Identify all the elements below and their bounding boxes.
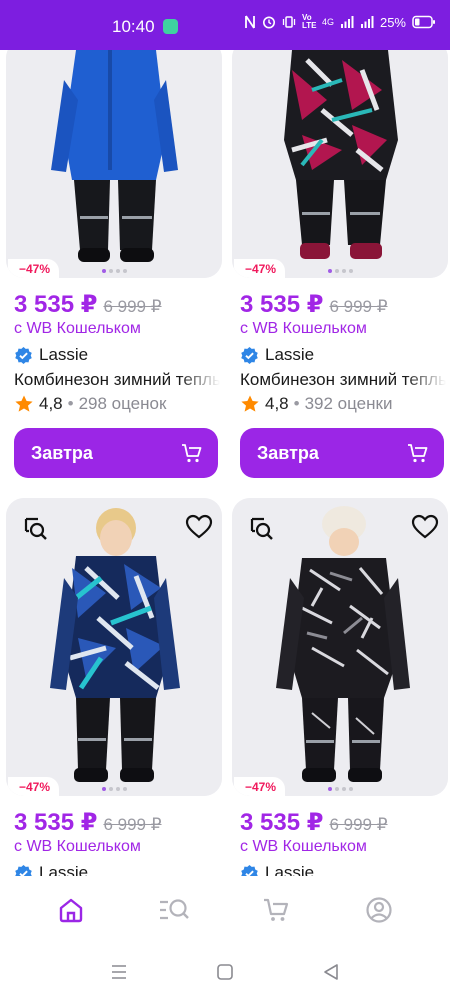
discount-badge: −47% xyxy=(8,259,60,278)
brand-row: Lassie xyxy=(240,345,314,365)
price-current: 3 535 ₽ xyxy=(14,809,98,836)
wallet-note: с WB Кошельком xyxy=(14,838,141,855)
find-similar-icon[interactable] xyxy=(246,514,276,544)
verified-icon xyxy=(241,346,258,364)
price-current: 3 535 ₽ xyxy=(240,809,324,836)
nav-profile[interactable] xyxy=(355,886,403,934)
product-feed[interactable]: −47% 3 535 ₽ 6 999 ₽ с WB Кошельком Lass… xyxy=(0,50,450,876)
volte-indicator: Vo LTE xyxy=(301,13,317,30)
discount-badge: −47% xyxy=(234,259,286,278)
product-image[interactable]: −47% xyxy=(6,498,222,796)
price-current: 3 535 ₽ xyxy=(14,291,98,318)
brand-row: Lassie xyxy=(14,863,88,876)
brand-name: Lassie xyxy=(39,345,89,364)
alarm-icon xyxy=(262,16,275,29)
rating-value: 4,8 xyxy=(265,394,289,413)
rating-row: 4,8 • 298 оценок xyxy=(14,394,166,414)
wallet-note: с WB Кошельком xyxy=(14,320,141,337)
catalog-search-icon xyxy=(159,899,189,920)
star-icon xyxy=(15,395,33,412)
home-icon xyxy=(60,898,83,923)
battery-icon xyxy=(412,15,435,29)
price-row: 3 535 ₽ 6 999 ₽ xyxy=(240,808,388,837)
brand-name: Lassie xyxy=(265,863,315,876)
price-old: 6 999 ₽ xyxy=(329,297,388,316)
product-image[interactable]: −47% xyxy=(6,50,222,278)
rating-separator: • xyxy=(67,394,74,413)
signal-icon-2 xyxy=(360,16,374,28)
price-current: 3 535 ₽ xyxy=(240,291,324,318)
home-button-icon[interactable] xyxy=(216,963,234,981)
bottom-navigation xyxy=(0,876,450,944)
delivery-label: Завтра xyxy=(31,442,93,463)
discount-badge: −47% xyxy=(8,777,60,796)
nav-catalog[interactable] xyxy=(150,886,198,934)
cart-icon xyxy=(264,898,289,921)
add-to-cart-button[interactable]: Завтра xyxy=(240,428,444,478)
status-bar: 10:40 Vo LTE 4G 25% xyxy=(0,0,450,50)
wallet-note: с WB Кошельком xyxy=(240,838,367,855)
price-row: 3 535 ₽ 6 999 ₽ xyxy=(240,290,388,319)
delivery-label: Завтра xyxy=(257,442,319,463)
nav-home[interactable] xyxy=(47,886,95,934)
product-photo-blue-snowsuit xyxy=(6,50,222,278)
brand-row: Lassie xyxy=(240,863,314,876)
add-to-cart-button[interactable]: Завтра xyxy=(14,428,218,478)
notification-app-icon xyxy=(163,19,178,34)
product-image[interactable]: −47% xyxy=(232,498,448,796)
rating-value: 4,8 xyxy=(39,394,63,413)
price-row: 3 535 ₽ 6 999 ₽ xyxy=(14,290,162,319)
recent-apps-icon[interactable] xyxy=(110,963,128,981)
verified-icon xyxy=(15,864,32,876)
favorite-heart-icon[interactable] xyxy=(184,512,214,542)
vibrate-icon xyxy=(282,16,296,28)
nav-cart[interactable] xyxy=(252,886,300,934)
brand-name: Lassie xyxy=(39,863,89,876)
product-image[interactable]: −47% xyxy=(232,50,448,278)
star-icon xyxy=(241,395,259,412)
battery-percent: 25% xyxy=(379,14,406,30)
product-photo-pink-pattern-snowsuit xyxy=(232,50,448,278)
wallet-note: с WB Кошельком xyxy=(240,320,367,337)
price-old: 6 999 ₽ xyxy=(329,815,388,834)
discount-badge: −47% xyxy=(234,777,286,796)
price-row: 3 535 ₽ 6 999 ₽ xyxy=(14,808,162,837)
cart-icon xyxy=(182,444,202,463)
network-type: 4G xyxy=(321,17,334,27)
rating-row: 4,8 • 392 оценки xyxy=(240,394,392,414)
profile-icon xyxy=(366,897,392,923)
verified-icon xyxy=(241,864,258,876)
brand-row: Lassie xyxy=(14,345,88,365)
status-icons: Vo LTE 4G 25% xyxy=(244,14,436,30)
back-icon[interactable] xyxy=(322,963,340,981)
price-old: 6 999 ₽ xyxy=(103,815,162,834)
status-time: 10:40 xyxy=(112,17,155,36)
brand-name: Lassie xyxy=(265,345,315,364)
reviews-count: 298 оценок xyxy=(78,394,167,413)
find-similar-icon[interactable] xyxy=(20,514,50,544)
reviews-count: 392 оценки xyxy=(304,394,393,413)
favorite-heart-icon[interactable] xyxy=(410,512,440,542)
product-title[interactable]: Комбинезон зимний теплый xyxy=(14,370,220,390)
price-old: 6 999 ₽ xyxy=(103,297,162,316)
cart-icon xyxy=(408,444,428,463)
system-navigation-bar xyxy=(0,944,450,1000)
rating-separator: • xyxy=(293,394,300,413)
signal-icon xyxy=(340,16,354,28)
product-title[interactable]: Комбинезон зимний теплый xyxy=(240,370,446,390)
nfc-icon xyxy=(245,15,255,29)
verified-icon xyxy=(15,346,32,364)
